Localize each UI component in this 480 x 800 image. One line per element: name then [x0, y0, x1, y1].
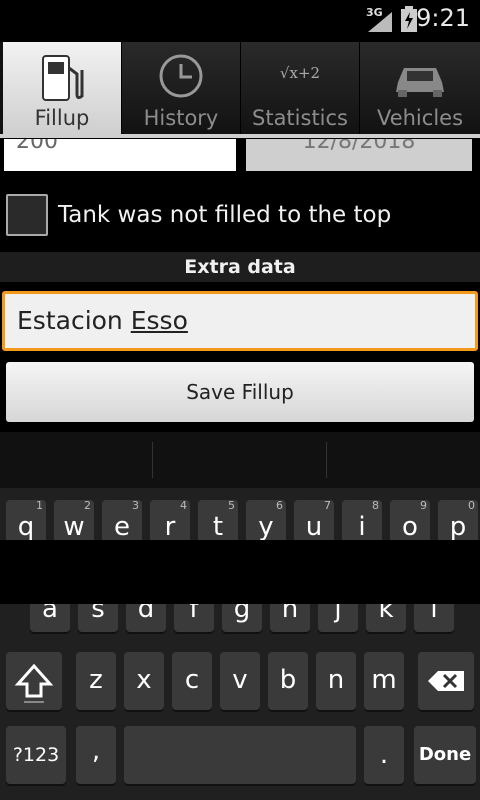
key-hint: 1: [36, 499, 43, 512]
save-fillup-button[interactable]: Save Fillup: [6, 362, 474, 422]
key-label: c: [184, 665, 200, 695]
key-hint: 3: [132, 499, 139, 512]
tab-vehicles-label: Vehicles: [376, 106, 464, 130]
key-label: z: [89, 665, 103, 695]
key-hint: 5: [228, 499, 235, 512]
fuel-pump-icon: [42, 55, 84, 101]
shift-key[interactable]: [6, 652, 62, 710]
key-label: v: [232, 665, 248, 695]
comma-key[interactable]: ,: [76, 726, 116, 784]
keyboard-glitch-band: [0, 540, 480, 604]
partial-fill-label: Tank was not filled to the top: [58, 202, 392, 228]
odometer-field[interactable]: 200: [4, 139, 236, 171]
key-label: m: [371, 665, 397, 695]
symbols-key[interactable]: ?123: [6, 726, 66, 784]
suggestion-strip: [0, 432, 480, 488]
tab-statistics[interactable]: √x+2 Statistics: [241, 42, 360, 134]
key-label: u: [305, 512, 323, 542]
tab-history-label: History: [143, 106, 219, 130]
clock: 9:21: [416, 4, 470, 32]
shift-icon: [14, 663, 54, 703]
key-label: x: [136, 665, 152, 695]
key-hint: 9: [420, 499, 427, 512]
key-label: q: [17, 512, 35, 542]
date-field[interactable]: 12/8/2018: [246, 139, 472, 171]
delete-key[interactable]: [418, 652, 474, 710]
extra-data-header: Extra data: [0, 252, 480, 282]
key-hint: 4: [180, 499, 187, 512]
key-label: e: [114, 512, 130, 542]
odometer-value: 200: [16, 139, 58, 154]
tab-fillup[interactable]: Fillup: [3, 42, 122, 134]
tab-bar: Fillup History √x+2 Statistics Vehicles: [0, 42, 480, 138]
backspace-icon: [428, 671, 464, 691]
partial-fill-row[interactable]: Tank was not filled to the top: [0, 190, 480, 246]
done-key[interactable]: Done: [414, 726, 476, 784]
key-b[interactable]: b: [268, 652, 308, 710]
key-hint: 6: [276, 499, 283, 512]
extra-data-input[interactable]: Estacion Esso: [2, 291, 478, 351]
key-label: y: [258, 512, 274, 542]
partial-fill-checkbox[interactable]: [6, 194, 48, 236]
date-value: 12/8/2018: [302, 139, 416, 154]
key-hint: 0: [468, 499, 475, 512]
key-m[interactable]: m: [364, 652, 404, 710]
key-label: w: [63, 512, 85, 542]
soft-keyboard: ?123 , . Done 1q2w3e4r5t6y7u8i9o0pasdfgh…: [0, 432, 480, 800]
period-key[interactable]: .: [364, 726, 404, 784]
key-label: o: [402, 512, 418, 542]
key-label: b: [279, 665, 297, 695]
signal-icon: [368, 12, 392, 32]
tab-underline: [0, 134, 480, 138]
key-z[interactable]: z: [76, 652, 116, 710]
extra-data-text: Estacion: [17, 306, 131, 335]
tab-statistics-label: Statistics: [252, 106, 348, 130]
key-label: p: [449, 512, 467, 542]
key-label: i: [358, 512, 366, 542]
key-label: r: [164, 512, 176, 542]
suggestion-divider: [326, 442, 327, 478]
suggestion-divider: [152, 442, 153, 478]
key-hint: 8: [372, 499, 379, 512]
clock-icon: [159, 54, 203, 98]
tab-vehicles[interactable]: Vehicles: [360, 42, 480, 134]
key-hint: 7: [324, 499, 331, 512]
space-key[interactable]: [124, 726, 356, 784]
tab-fillup-label: Fillup: [34, 106, 90, 130]
key-label: t: [212, 512, 224, 542]
key-x[interactable]: x: [124, 652, 164, 710]
key-c[interactable]: c: [172, 652, 212, 710]
key-label: n: [327, 665, 345, 695]
car-icon: [396, 68, 444, 97]
extra-data-composing-word: Esso: [130, 306, 188, 335]
key-n[interactable]: n: [316, 652, 356, 710]
key-v[interactable]: v: [220, 652, 260, 710]
status-bar: 3G 9:21: [0, 0, 480, 38]
tab-history[interactable]: History: [122, 42, 241, 134]
key-hint: 2: [84, 499, 91, 512]
